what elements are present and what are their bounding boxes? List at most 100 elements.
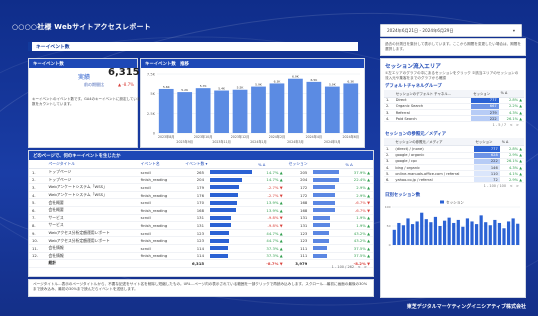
daily-bar[interactable] (392, 230, 396, 246)
table-row[interactable]: 1. トップページ scroll 265 14.7% ▲ 205 37.9% ▲ (29, 168, 373, 177)
table-pager[interactable]: 1 - 100 / 262 < > (332, 265, 367, 270)
col-header[interactable]: セッション (285, 160, 343, 169)
source-col-header[interactable]: セッション (473, 138, 500, 147)
trend-bar[interactable] (306, 81, 322, 133)
col-header[interactable]: イベント数 ▾ (182, 160, 255, 169)
daily-bar[interactable] (433, 217, 438, 246)
row-index: 7. (29, 214, 46, 223)
trend-bar[interactable] (324, 86, 340, 133)
channel-col-header[interactable] (384, 89, 394, 98)
page-title-cell: サービス (45, 214, 138, 223)
trend-bar[interactable] (177, 92, 193, 133)
channel-group-title: デフォルトチャネルグループ (385, 83, 442, 89)
daily-bar[interactable] (502, 228, 506, 246)
table-row[interactable]: 3. Webアンケートシステム「WSS」 scroll 179 -2.7% ▼ 172 2.… (29, 183, 373, 192)
sessions-bar-cell (310, 183, 343, 192)
trend-bar[interactable] (251, 86, 266, 133)
event-count-bar-cell (206, 252, 255, 261)
sessions-cell: 131 (285, 214, 311, 223)
source-col-header[interactable]: セッションの参照元／メディア (393, 138, 474, 147)
daily-bar[interactable] (506, 221, 511, 246)
sessions-bar-cell (310, 252, 343, 261)
sessions-bar (313, 208, 335, 213)
daily-bar[interactable] (452, 223, 456, 246)
event-count-bar (209, 238, 230, 243)
daily-bar[interactable] (461, 227, 465, 246)
daily-bar[interactable] (401, 225, 406, 246)
daily-bar[interactable] (493, 220, 497, 246)
daily-legend-swatch (440, 200, 444, 204)
daily-bar[interactable] (397, 223, 401, 246)
page-title-cell: Webアクセス分析定額運用レポート (45, 229, 138, 238)
table-row[interactable]: 4. Webアンケートシステム「WSS」 finish_reading 176 -2.7… (29, 191, 373, 200)
daily-bar[interactable] (420, 213, 424, 246)
table-row[interactable]: 11. 会社情報 scroll 114 37.3% ▲ 111 37.5% ▲ (29, 244, 373, 253)
daily-bar[interactable] (406, 218, 410, 246)
daily-bar[interactable] (488, 225, 492, 246)
channel-delta: 26.1% ▲ (498, 115, 524, 123)
daily-bar[interactable] (410, 224, 415, 246)
total-delta: -8.7% ▼ (254, 259, 286, 268)
source-medium-title: セッションの参照元／メディア (385, 132, 447, 138)
table-row[interactable]: 8. サービス finish_reading 131 -9.8% ▼ 131 1.9% ▲ (29, 221, 373, 230)
channel-col-header[interactable]: % Δ (498, 89, 524, 98)
daily-bar[interactable] (442, 221, 447, 246)
trend-bar[interactable] (232, 89, 248, 133)
daily-bar[interactable] (424, 219, 428, 246)
trend-bar[interactable] (269, 83, 285, 133)
trend-bar[interactable] (195, 88, 211, 133)
channel-row[interactable]: 4. Paid Search 222 26.1% ▲ (384, 115, 524, 123)
source-medium-pager[interactable]: 1 - 100 / 100 < > (381, 183, 525, 190)
daily-bar[interactable] (438, 226, 442, 246)
sessions-bar (313, 253, 328, 258)
daily-bar[interactable] (497, 223, 502, 246)
source-col-header[interactable] (384, 138, 394, 147)
trend-chart: 0 2.5K 5K 7.5K 5.6K 2023年8月 5.2K 2023年9月 5.7K 202… (147, 73, 360, 144)
date-range-picker[interactable]: 2024年6月21日 - 2024年6月29日 ▾ (380, 24, 522, 37)
source-row[interactable]: 6. yahoo.co.jp / referral 72 2.9% ▲ (384, 176, 524, 184)
channel-col-header[interactable]: セッション (471, 89, 499, 98)
table-row[interactable]: 7. サービス scroll 131 -9.8% ▼ 131 1.9% ▲ (29, 214, 373, 223)
source-col-header[interactable]: % Δ (499, 138, 524, 147)
daily-bar[interactable] (516, 224, 520, 246)
trend-bar[interactable] (214, 90, 229, 133)
event-name-cell: scroll (137, 198, 183, 207)
table-row[interactable]: 6. 会社概要 finish_reading 168 13.9% ▲ 168 -6.7% ▼ (29, 206, 373, 215)
table-row[interactable]: 12. 会社情報 finish_reading 114 37.3% ▲ 111 37.5% … (29, 252, 373, 261)
trend-bar[interactable] (288, 78, 303, 133)
daily-bar[interactable] (415, 221, 419, 246)
sessions-cell: 204 (285, 176, 311, 185)
sessions-delta-cell: -6.7% ▼ (342, 198, 373, 207)
trend-data-label: 5.2K (181, 88, 189, 92)
table-row[interactable]: 5. 会社概要 scroll 170 13.9% ▲ 168 -6.7% ▼ (29, 198, 373, 207)
daily-bar[interactable] (484, 222, 488, 246)
daily-bar[interactable] (474, 224, 479, 246)
col-header[interactable]: ページタイトル (45, 160, 138, 169)
col-header[interactable]: イベント名 (137, 160, 183, 169)
event-delta-cell: 13.9% ▲ (254, 206, 286, 215)
daily-bar[interactable] (465, 218, 470, 246)
col-header[interactable]: % Δ (342, 160, 373, 169)
daily-bar[interactable] (456, 220, 460, 246)
daily-bar[interactable] (470, 221, 474, 246)
daily-bar[interactable] (447, 218, 451, 246)
page-title-cell: Webアクセス分析定額運用レポート (45, 236, 138, 245)
daily-bar[interactable] (511, 218, 515, 246)
table-row[interactable]: 2. トップページ finish_reading 204 14.7% ▲ 204 22.4%… (29, 176, 373, 185)
daily-bar[interactable] (429, 222, 433, 246)
channel-col-header[interactable]: セッションのデフォルト チャネル... (393, 89, 472, 98)
trend-bar[interactable] (158, 88, 174, 133)
channel-group-pager[interactable]: 1 - 5 / 7 < > (381, 122, 525, 129)
channel-index: 4. (384, 115, 394, 123)
daily-ytick: 50 (387, 225, 391, 229)
event-name-cell: scroll (137, 229, 183, 238)
table-row[interactable]: 10. Webアクセス分析定額運用レポート finish_reading 123 44.… (29, 236, 373, 245)
daily-bar[interactable] (479, 215, 483, 246)
trend-data-label: 6.3K (347, 79, 355, 83)
col-header[interactable]: % Δ (254, 160, 286, 169)
sessions-bar-cell (310, 191, 343, 200)
trend-bar[interactable] (343, 83, 359, 133)
sessions-cell: 123 (285, 236, 311, 245)
table-row[interactable]: 9. Webアクセス分析定額運用レポート scroll 123 44.7% ▲ 123 43… (29, 229, 373, 238)
event-delta-cell: 14.7% ▲ (254, 176, 286, 185)
